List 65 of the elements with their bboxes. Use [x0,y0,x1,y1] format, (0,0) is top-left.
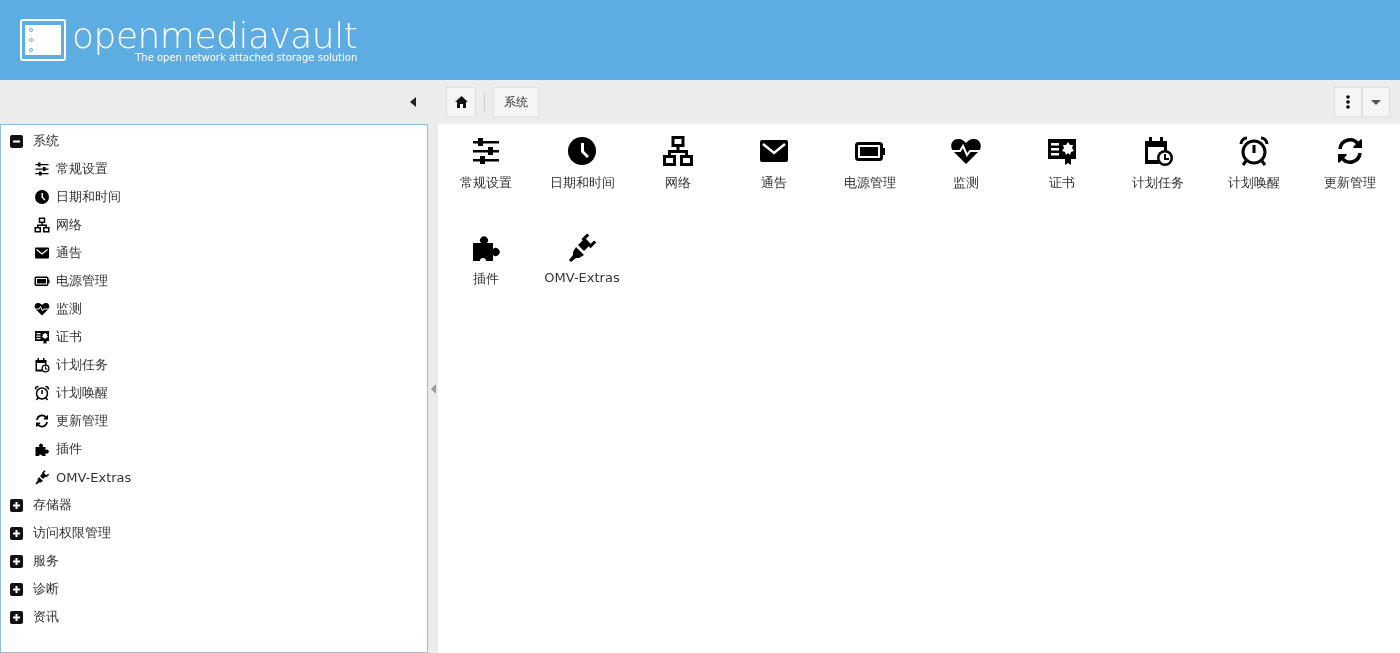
tree-item[interactable]: 资讯 [1,603,427,631]
plug-icon [566,231,598,263]
tile[interactable]: 计划任务 [1110,134,1206,230]
tree-item[interactable]: 网络 [1,211,427,239]
calendar-clock-icon [34,357,50,373]
logo-text: openmediavault [72,17,358,54]
tree-item[interactable]: 日期和时间 [1,183,427,211]
tree-item[interactable]: 监测 [1,295,427,323]
alarm-clock-icon [34,385,50,401]
refresh-icon [34,413,50,429]
puzzle-icon [34,441,50,457]
more-button[interactable] [1334,87,1362,117]
tree-item[interactable]: 电源管理 [1,267,427,295]
caret-icon [1371,99,1381,105]
calendar-clock-icon [1142,135,1174,167]
tree-item[interactable]: 诊断 [1,575,427,603]
tree-item[interactable]: 系统 [1,127,427,155]
plus-square-icon[interactable] [10,498,23,512]
plus-square-icon[interactable] [10,582,23,596]
plus-square-icon[interactable] [10,610,23,624]
tree-item[interactable]: 访问权限管理 [1,519,427,547]
home-button[interactable] [446,87,476,117]
tagline: The open network attached storage solution [135,51,358,63]
tile[interactable]: 电源管理 [822,134,918,230]
tree-item[interactable]: 插件 [1,435,427,463]
tree-item[interactable]: 证书 [1,323,427,351]
tile[interactable]: 插件 [438,230,534,326]
clock-icon [34,189,50,205]
network-icon [662,135,694,167]
envelope-icon [34,245,50,261]
plug-icon [34,469,50,485]
tree-item[interactable]: OMV-Extras [1,463,427,491]
network-icon [34,217,50,233]
tree-item[interactable]: 常规设置 [1,155,427,183]
tile[interactable]: 计划唤醒 [1206,134,1302,230]
tree-item[interactable]: 通告 [1,239,427,267]
sliders-icon [470,135,502,167]
tile[interactable]: OMV-Extras [534,230,630,326]
tree-item[interactable]: 更新管理 [1,407,427,435]
tree-item[interactable]: 计划唤醒 [1,379,427,407]
clock-icon [566,135,598,167]
collapse-icon[interactable] [410,97,416,107]
home-icon [454,96,468,108]
certificate-icon [34,329,50,345]
tile[interactable]: 日期和时间 [534,134,630,230]
plus-square-icon[interactable] [10,526,23,540]
tree-item[interactable]: 存储器 [1,491,427,519]
dropdown-button[interactable] [1362,87,1390,117]
plus-square-icon[interactable] [10,554,23,568]
tile[interactable]: 更新管理 [1302,134,1398,230]
tile[interactable]: 证书 [1014,134,1110,230]
minus-square-icon[interactable] [10,134,23,148]
server-logo-icon [20,19,66,61]
splitter-handle-icon[interactable] [430,383,436,394]
breadcrumb-button[interactable]: 系统 [493,87,539,117]
sliders-icon [34,161,50,177]
tile[interactable]: 网络 [630,134,726,230]
kebab-icon [1346,95,1350,109]
alarm-clock-icon [1238,135,1270,167]
tree-item[interactable]: 计划任务 [1,351,427,379]
tile[interactable]: 监测 [918,134,1014,230]
heartbeat-icon [34,301,50,317]
tree-item[interactable]: 服务 [1,547,427,575]
tile[interactable]: 通告 [726,134,822,230]
tile[interactable]: 常规设置 [438,134,534,230]
